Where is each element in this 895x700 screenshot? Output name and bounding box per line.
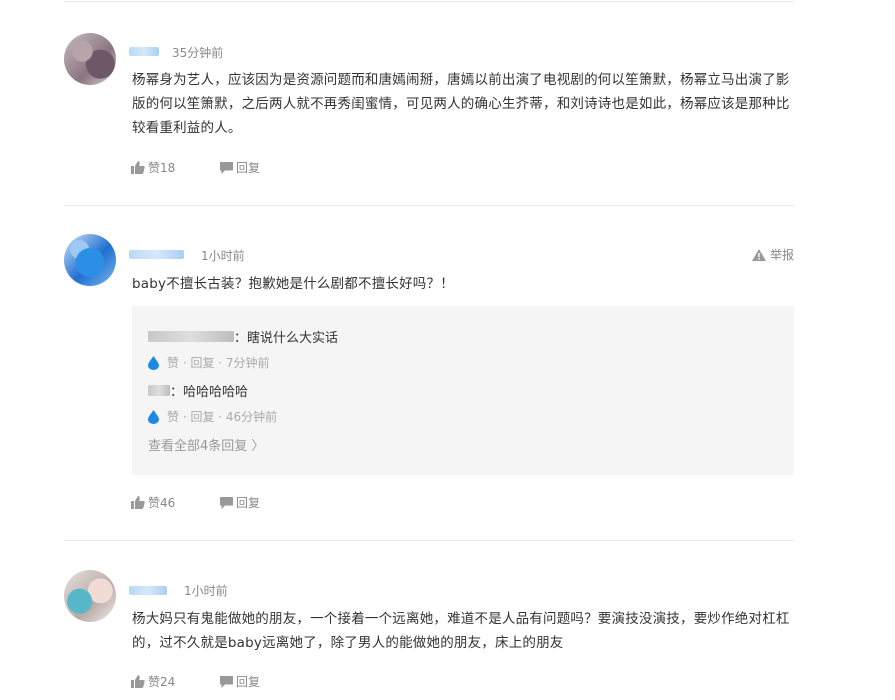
reply-button[interactable]: 回复 — [220, 673, 260, 690]
reply-1: ：瞎说什么大实话 — [148, 327, 338, 346]
reply-2: ：哈哈哈哈哈 — [148, 381, 248, 400]
like-button[interactable]: 赞46 — [131, 494, 175, 511]
like-button[interactable]: 赞18 — [131, 159, 175, 176]
like-label: 赞24 — [148, 675, 176, 689]
reply-label: 回复 — [236, 161, 261, 175]
reply-text: ：瞎说什么大实话 — [234, 331, 339, 346]
water-drop-icon — [148, 355, 159, 370]
view-all-replies-link[interactable]: 查看全部4条回复 〉 — [148, 435, 264, 454]
username-blurred[interactable] — [129, 250, 184, 259]
speech-bubble-icon — [220, 161, 233, 174]
like-label: 赞18 — [148, 161, 176, 175]
like-button[interactable]: 赞24 — [131, 673, 175, 690]
comment-time: 1小时前 — [184, 584, 228, 598]
comment-time: 1小时前 — [201, 249, 245, 263]
report-label: 举报 — [769, 248, 794, 262]
like-label: 赞46 — [148, 496, 176, 510]
reply-button[interactable]: 回复 — [220, 494, 260, 511]
reply-2-meta: 赞 · 回复 · 46分钟前 — [148, 408, 277, 425]
reply-username-blurred[interactable] — [148, 385, 170, 396]
thumb-up-icon — [131, 161, 145, 174]
divider — [64, 205, 794, 206]
thumb-up-icon — [131, 496, 145, 509]
thumb-up-icon — [131, 675, 145, 688]
comment-text: baby不擅长古装？抱歉她是什么剧都不擅长好吗？！ — [132, 276, 454, 292]
water-drop-icon — [148, 409, 159, 424]
avatar[interactable] — [64, 234, 116, 286]
replies-box: ：瞎说什么大实话 赞 · 回复 · 7分钟前 ：哈哈哈哈哈 赞 · 回复 · 4… — [132, 306, 794, 475]
divider-top — [64, 1, 794, 2]
speech-bubble-icon — [220, 675, 233, 688]
username-blurred[interactable] — [129, 47, 159, 56]
reply-username-blurred[interactable] — [148, 331, 234, 342]
reply-meta[interactable]: 赞 · 回复 · 46分钟前 — [167, 408, 277, 425]
reply-text: ：哈哈哈哈哈 — [170, 385, 249, 400]
comment-time: 35分钟前 — [172, 46, 224, 60]
avatar[interactable] — [64, 33, 116, 85]
speech-bubble-icon — [220, 496, 233, 509]
reply-label: 回复 — [236, 675, 261, 689]
report-button[interactable]: 举报 — [751, 246, 794, 263]
reply-1-meta: 赞 · 回复 · 7分钟前 — [148, 354, 270, 371]
reply-meta[interactable]: 赞 · 回复 · 7分钟前 — [167, 354, 270, 371]
reply-button[interactable]: 回复 — [220, 159, 260, 176]
username-blurred[interactable] — [129, 586, 167, 595]
comment-text: 杨大妈只有鬼能做她的朋友，一个接着一个远离她，难道不是人品有问题吗？要演技没演技… — [132, 611, 790, 651]
warning-icon — [751, 248, 766, 261]
avatar[interactable] — [64, 570, 116, 622]
reply-label: 回复 — [236, 496, 261, 510]
divider — [64, 540, 794, 541]
comment-text: 杨幂身为艺人，应该因为是资源问题而和唐嫣闹掰，唐嫣以前出演了电视剧的何以笙箫默，… — [132, 72, 790, 136]
